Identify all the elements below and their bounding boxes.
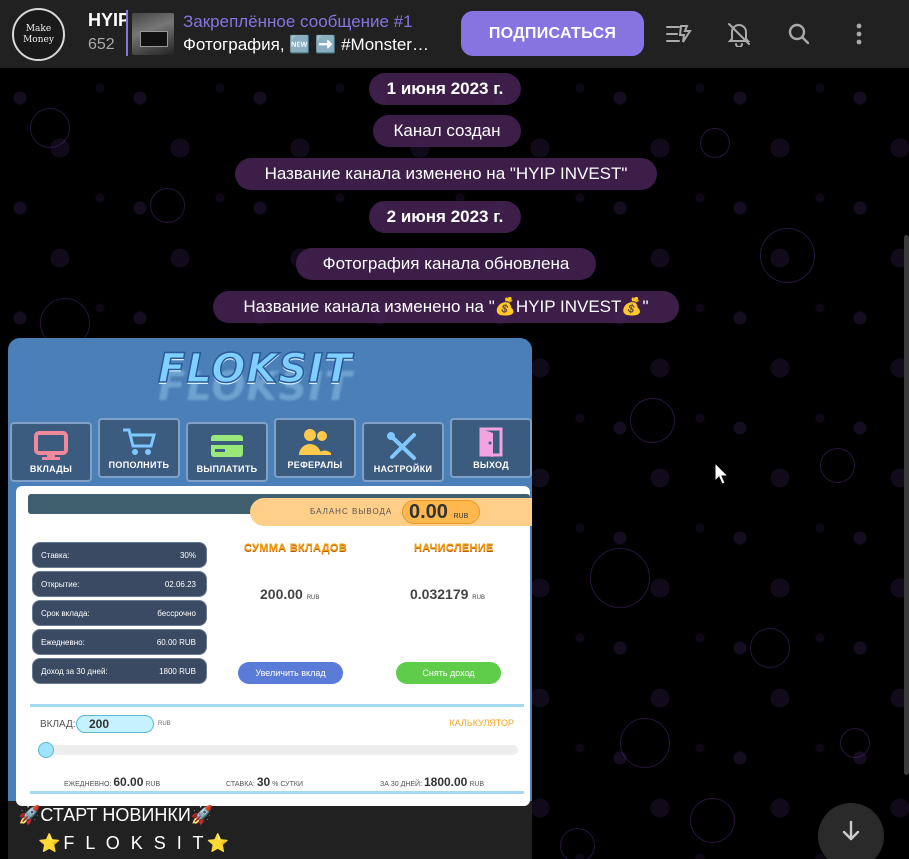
background-doodle [590, 548, 650, 608]
avatar-text-line: Make [25, 23, 52, 34]
tools-icon [387, 432, 416, 460]
stat-row: Доход за 30 дней: 1800 RUB [32, 658, 207, 684]
background-doodle [690, 798, 735, 843]
pinned-message-label[interactable]: Закреплённое сообщение #1 [183, 12, 413, 32]
topics-icon[interactable] [659, 14, 699, 54]
menu-button-referrals: РЕФЕРАЛЫ [274, 418, 356, 478]
menu-button-label: РЕФЕРАЛЫ [287, 460, 343, 470]
service-message: Фотография канала обновлена [296, 248, 596, 280]
mouse-cursor-icon [714, 462, 730, 485]
background-doodle [750, 628, 790, 668]
background-doodle [820, 448, 855, 483]
chat-scrollbar[interactable] [904, 235, 909, 775]
menu-button-deposits: ВКЛАДЫ [10, 422, 92, 482]
subscriber-count: 652 [88, 36, 115, 53]
calc-slider-thumb [38, 742, 54, 758]
deposit-sum-title: СУММА ВКЛАДОВ [244, 542, 347, 554]
channel-avatar[interactable]: Make Money [12, 8, 65, 61]
pinned-message-text[interactable]: Фотография, 🆕 ➡️ #Monster… [183, 35, 429, 55]
menu-button-label: НАСТРОЙКИ [373, 464, 433, 474]
calc-title: КАЛЬКУЛЯТОР [449, 718, 514, 728]
dashboard-panel: БАЛАНС ВЫВОДА 0.00 RUB Ставка: 30% Открыт… [16, 486, 532, 806]
pinned-thumbnail[interactable] [132, 13, 174, 55]
background-doodle [620, 718, 670, 768]
search-icon[interactable] [779, 14, 819, 54]
pinned-divider [126, 10, 128, 56]
stat-row: Ежедневно: 60.00 RUB [32, 629, 207, 655]
menu-button-label: ПОПОЛНИТЬ [108, 460, 170, 470]
date-separator: 2 июня 2023 г. [369, 201, 521, 233]
arrow-down-icon [842, 820, 860, 840]
stat-row: Срок вклада: бессрочно [32, 600, 207, 626]
calc-currency: RUB [158, 721, 171, 727]
stat-row: Ставка: 30% [32, 542, 207, 568]
menu-button-withdraw: ВЫПЛАТИТЬ [186, 422, 268, 482]
background-doodle [150, 188, 185, 223]
balance-label: БАЛАНС ВЫВОДА [310, 507, 393, 516]
service-message: Название канала изменено на "💰HYIP INVES… [213, 291, 679, 323]
mute-bell-icon[interactable] [719, 14, 759, 54]
calc-daily: ЕЖЕДНЕВНО: 60.00 RUB [64, 775, 161, 789]
balance-bar: БАЛАНС ВЫВОДА 0.00 RUB [28, 494, 532, 526]
menu-button-topup: ПОПОЛНИТЬ [98, 418, 180, 478]
background-doodle [760, 228, 815, 283]
accrual-value: 0.032179 RUB [410, 586, 485, 602]
background-doodle [30, 108, 70, 148]
balance-value: 0.00 RUB [402, 500, 480, 524]
background-doodle [560, 828, 595, 859]
calc-deposit-label: ВКЛАД: [40, 719, 76, 730]
background-doodle [840, 728, 870, 758]
increase-deposit-button: Увеличить вклад [238, 662, 343, 684]
calculator: ВКЛАД: 200 RUB КАЛЬКУЛЯТОР ЕЖЕДНЕВНО: 60… [30, 704, 524, 794]
calc-rate: СТАВКА: 30 % СУТКИ [226, 775, 303, 789]
background-doodle [630, 398, 675, 443]
users-icon [299, 429, 331, 455]
cart-icon [123, 428, 156, 455]
accrual-title: НАЧИСЛЕНИЕ [414, 542, 494, 554]
monitor-icon [34, 431, 68, 460]
floksit-logo: FLOKSIT [157, 345, 353, 393]
balance-pill: БАЛАНС ВЫВОДА 0.00 RUB [250, 498, 532, 526]
date-separator: 1 июня 2023 г. [369, 73, 521, 105]
post-caption-line: 🚀СТАРТ НОВИНКИ🚀 [18, 805, 214, 825]
post-photo[interactable]: FLOKSIT ВКЛАДЫ ПОПОЛНИТЬ ВЫПЛАТИТЬ РЕФЕР… [8, 338, 532, 806]
background-doodle [700, 128, 730, 158]
channel-title[interactable]: HYIP INVEST [88, 10, 126, 31]
chat-header: Make Money HYIP INVEST 652 Закреплённое … [0, 0, 909, 68]
withdraw-income-button: Снять доход [396, 662, 501, 684]
calc-month: ЗА 30 ДНЕЙ: 1800.00 RUB [380, 775, 485, 789]
calc-slider [38, 742, 518, 758]
post-caption-line: ⭐F L O K S I T⭐ [38, 833, 232, 853]
stat-row: Открытие: 02.06.23 [32, 571, 207, 597]
menu-button-settings: НАСТРОЙКИ [362, 422, 444, 482]
menu-button-label: ВЫПЛАТИТЬ [196, 464, 258, 474]
deposit-sum-value: 200.00 RUB [260, 586, 320, 602]
menu-button-label: ВЫХОД [473, 460, 509, 470]
door-icon [479, 427, 503, 457]
service-message: Канал создан [373, 115, 521, 147]
menu-button-label: ВКЛАДЫ [29, 464, 73, 474]
service-message: Название канала изменено на "HYIP INVEST… [235, 158, 657, 190]
avatar-text-line: Money [23, 34, 54, 45]
more-vertical-icon[interactable] [839, 14, 879, 54]
menu-button-exit: ВЫХОД [450, 418, 532, 478]
card-icon [211, 435, 243, 457]
subscribe-button[interactable]: ПОДПИСАТЬСЯ [461, 11, 644, 56]
calc-deposit-input: 200 [76, 715, 154, 733]
channel-post: FLOKSIT ВКЛАДЫ ПОПОЛНИТЬ ВЫПЛАТИТЬ РЕФЕР… [8, 338, 532, 859]
